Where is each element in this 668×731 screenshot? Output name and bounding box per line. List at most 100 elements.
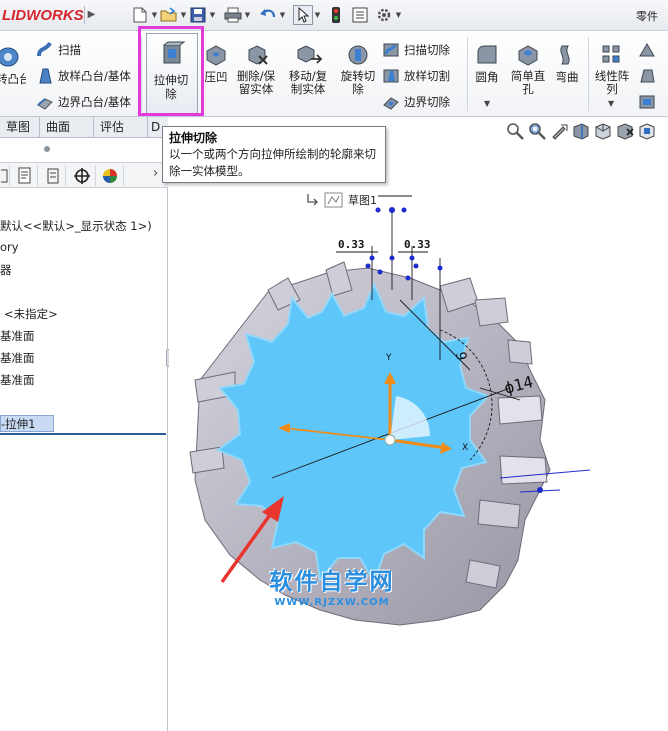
tree-sensors[interactable]: 器 xyxy=(0,262,12,278)
revolve-boss-button[interactable]: 转凸台/基体 xyxy=(0,43,30,86)
tab-sketch[interactable]: 草图 xyxy=(0,117,40,138)
save-dropdown-icon[interactable]: ▼ xyxy=(208,11,217,19)
tree-config-line[interactable]: 默认<<默认>_显示状态 1>) xyxy=(0,218,152,234)
open-folder-icon[interactable] xyxy=(159,5,179,25)
undo-dropdown-icon[interactable]: ▼ xyxy=(278,11,287,19)
tree-right-plane[interactable]: 基准面 xyxy=(0,372,35,388)
display-style-icon[interactable] xyxy=(615,121,635,144)
new-document-icon[interactable] xyxy=(130,5,150,25)
print-icon[interactable] xyxy=(223,5,243,25)
sweep-icon xyxy=(37,41,52,57)
options-gear-icon[interactable] xyxy=(374,5,394,25)
tree-front-plane[interactable]: 基准面 xyxy=(0,328,35,344)
fillet-button[interactable]: 圆角 xyxy=(472,43,502,84)
linear-pattern-button[interactable]: 线性阵列 xyxy=(592,43,632,96)
dimxpert-manager-tab-icon[interactable] xyxy=(68,165,96,186)
display-manager-tab-icon[interactable] xyxy=(96,165,124,186)
sketch-breadcrumb[interactable]: 草图1 xyxy=(306,190,377,210)
rebuild-traffic-light-icon[interactable] xyxy=(326,5,346,25)
delete-keep-body-button[interactable]: 删除/保留实体 xyxy=(234,43,280,96)
indent-icon xyxy=(206,45,226,66)
move-copy-body-icon xyxy=(297,45,323,64)
draft-button[interactable] xyxy=(638,67,656,88)
simple-hole-button[interactable]: 简单直孔 xyxy=(506,43,550,96)
dimension-right-offset[interactable]: 0.33 xyxy=(404,238,431,251)
ribbon-separator xyxy=(467,37,468,111)
configuration-manager-tab-icon[interactable] xyxy=(40,165,66,186)
panel-grip-dot[interactable] xyxy=(44,146,50,152)
extrude-cut-button[interactable]: 拉伸切除 xyxy=(146,33,198,115)
command-manager-tabs: 草图 曲面 评估 D xyxy=(0,117,168,138)
rollback-bar[interactable] xyxy=(0,433,166,435)
extrude-cut-tooltip: 拉伸切除 以一个或两个方向拉伸所绘制的轮廓来切除一实体模型。 xyxy=(162,126,386,183)
flex-button[interactable]: 弯曲 xyxy=(552,43,582,84)
rib-icon xyxy=(639,43,655,57)
document-title: 零件 xyxy=(636,10,658,23)
boundary-cut-icon xyxy=(383,97,399,110)
undo-icon[interactable] xyxy=(258,5,278,25)
section-view-icon[interactable] xyxy=(571,121,591,144)
solidworks-logo[interactable]: LIDWORKS xyxy=(0,4,84,28)
previous-view-icon[interactable] xyxy=(549,121,569,144)
rib-button[interactable] xyxy=(638,41,656,62)
linear-pattern-icon xyxy=(602,45,620,63)
options-dropdown-icon[interactable]: ▼ xyxy=(394,11,403,19)
tree-material[interactable]: <未指定> xyxy=(4,306,58,322)
lofted-cut-button[interactable]: 放样切割 xyxy=(382,67,450,85)
heads-up-view-toolbar xyxy=(505,120,657,144)
tree-history[interactable]: ory xyxy=(0,240,19,254)
tab-surfaces[interactable]: 曲面 xyxy=(40,117,94,138)
more-tabs-chevron-icon[interactable]: › xyxy=(153,166,158,181)
axis-y-label: Y xyxy=(385,353,392,363)
select-dropdown-icon[interactable]: ▼ xyxy=(313,11,322,19)
zoom-to-fit-icon[interactable] xyxy=(505,121,525,144)
property-manager-tab-icon[interactable] xyxy=(12,165,38,186)
boundary-boss-label: 边界凸台/基体 xyxy=(58,95,131,109)
loft-boss-label: 放样凸台/基体 xyxy=(58,69,131,83)
new-dropdown-icon[interactable]: ▼ xyxy=(150,11,159,19)
loft-boss-button[interactable]: 放样凸台/基体 xyxy=(36,67,131,85)
shell-icon xyxy=(639,95,655,109)
simple-hole-icon xyxy=(518,45,538,66)
loft-boss-icon xyxy=(39,68,52,84)
hide-show-items-icon[interactable] xyxy=(637,121,657,144)
watermark: 软件自学网 WWW.RJZXW.COM xyxy=(256,568,408,616)
view-orientation-icon[interactable] xyxy=(593,121,613,144)
sweep-button[interactable]: 扫描 xyxy=(36,41,81,59)
sketch-chip-label: 草图1 xyxy=(348,194,377,207)
sweep-label: 扫描 xyxy=(58,43,81,57)
tree-top-plane[interactable]: 基准面 xyxy=(0,350,35,366)
dimension-left-offset[interactable]: 0.33 xyxy=(338,238,365,251)
delete-keep-body-label: 删除/保留实体 xyxy=(236,69,276,96)
indent-label: 压凹 xyxy=(204,70,228,84)
fillet-dropdown-icon[interactable]: ▼ xyxy=(484,99,490,108)
tree-extrude1[interactable]: -拉伸1 xyxy=(1,416,35,432)
feature-tree-tab-icon[interactable] xyxy=(0,165,10,186)
move-copy-body-button[interactable]: 移动/复制实体 xyxy=(286,43,332,96)
revolve-boss-label: 转凸台/基体 xyxy=(0,72,26,86)
feature-manager-panel: › 默认<<默认>_显示状态 1>) ory 器 <未指定> 基准面 基准面 基… xyxy=(0,138,168,731)
zoom-to-area-icon[interactable] xyxy=(527,121,547,144)
menu-expand-arrow-icon[interactable]: ▶ xyxy=(84,6,98,24)
save-icon[interactable] xyxy=(188,5,208,25)
sketch-icon xyxy=(324,192,343,208)
gear-model-view[interactable]: 0.33 0.33 9 ϕ14 Y X xyxy=(169,118,668,731)
boundary-cut-button[interactable]: 边界切除 xyxy=(382,93,450,111)
revolve-boss-icon xyxy=(0,47,19,67)
fillet-icon xyxy=(477,45,497,64)
select-pointer-icon[interactable] xyxy=(293,5,313,25)
shell-button[interactable] xyxy=(638,93,656,114)
print-dropdown-icon[interactable]: ▼ xyxy=(243,11,252,19)
open-dropdown-icon[interactable]: ▼ xyxy=(179,11,188,19)
boundary-boss-button[interactable]: 边界凸台/基体 xyxy=(36,93,131,111)
tab-evaluate[interactable]: 评估 xyxy=(94,117,148,138)
swept-cut-label: 扫描切除 xyxy=(404,43,450,57)
revolve-cut-button[interactable]: 旋转切除 xyxy=(338,43,378,96)
file-properties-icon[interactable] xyxy=(350,5,370,25)
boundary-boss-icon xyxy=(37,98,53,110)
tooltip-title: 拉伸切除 xyxy=(169,131,218,145)
tooltip-description: 以一个或两个方向拉伸所绘制的轮廓来切除一实体模型。 xyxy=(169,147,376,178)
indent-button[interactable]: 压凹 xyxy=(202,43,230,84)
linear-pattern-dropdown-icon[interactable]: ▼ xyxy=(608,99,614,108)
swept-cut-button[interactable]: 扫描切除 xyxy=(382,41,450,59)
